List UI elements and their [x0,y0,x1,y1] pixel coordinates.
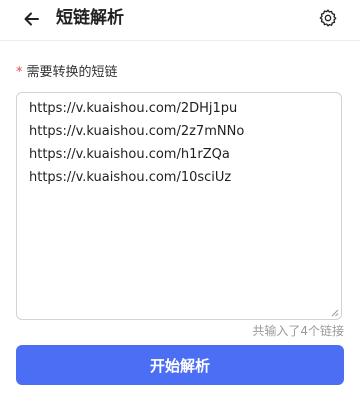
settings-button[interactable] [318,8,338,28]
back-button[interactable] [22,9,42,29]
link-count-text: 共输入了4个链接 [252,324,344,338]
page-title: 短链解析 [56,8,124,28]
required-mark: * [16,65,23,80]
start-parse-button[interactable]: 开始解析 [16,345,344,385]
field-label: * 需要转换的短链 [16,64,118,82]
field-label-text: 需要转换的短链 [26,65,118,80]
resize-handle-icon[interactable] [331,309,339,317]
arrow-left-icon [24,12,39,26]
links-textarea-container [16,92,342,320]
links-textarea[interactable] [17,93,341,319]
app-header: 短链解析 [0,0,360,41]
gear-icon [319,9,337,27]
